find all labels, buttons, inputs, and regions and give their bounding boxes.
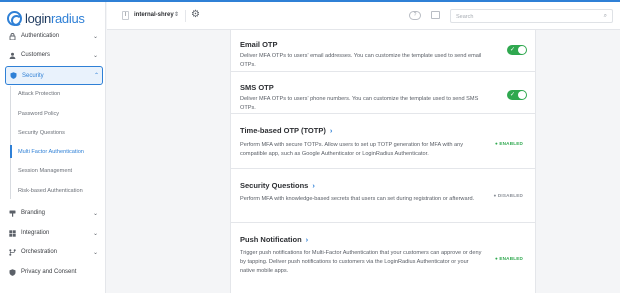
sidebar-subitem-security-questions[interactable]: Security Questions [18,130,65,136]
toggle-knob [518,91,526,99]
search-box[interactable]: ⌕ [450,9,613,23]
site-selector[interactable]: internal-shrey [134,12,174,18]
chevron-updown-icon[interactable]: ⇕ [174,11,179,18]
chevron-right-icon: › [329,126,333,135]
row-description: Perform MFA with secure TOTPs. Allow use… [240,142,464,158]
mfa-row-email-otp: Email OTP Deliver MFA OTPs to users' ema… [231,30,535,72]
sidebar-item-label: Integration [21,230,50,236]
lock-icon [9,32,16,40]
brand-logo[interactable]: loginradius [7,10,85,26]
sidebar-item-label: Security [22,72,44,79]
chevron-down-icon: ⌄ [92,249,98,256]
mfa-methods-panel: Email OTP Deliver MFA OTPs to users' ema… [230,30,536,293]
email-otp-toggle[interactable]: ✓ [507,45,527,55]
row-description: Deliver MFA OTPs to users' email address… [240,53,482,69]
sidebar-item-label: Customers [21,52,51,58]
sidebar-item-label: Orchestration [21,249,58,255]
sidebar-item-privacy-and-consent[interactable]: Privacy and Consent [0,262,105,282]
grid-icon [9,229,16,237]
search-icon[interactable]: ⌕ [604,13,607,20]
flow-icon [9,248,16,256]
site-badge: I [122,11,129,20]
submenu-selection-marker [10,145,12,158]
user-icon [9,52,16,59]
mfa-row-security-questions[interactable]: Security Questions › Perform MFA with kno… [231,169,535,223]
status-badge: ● ENABLED [494,141,523,146]
row-description: Deliver MFA OTPs to users' phone numbers… [240,96,479,112]
row-title: Email OTP [240,40,278,49]
row-title[interactable]: Security Questions › [240,181,315,190]
chevron-down-icon: ⌄ [92,33,98,40]
palette-icon [9,210,16,217]
sidebar-subitem-password-policy[interactable]: Password Policy [18,111,59,117]
sms-otp-toggle[interactable]: ✓ [507,90,527,100]
sidebar-item-label: Privacy and Consent [21,269,77,275]
sidebar-item-authentication[interactable]: Authentication ⌄ [0,26,105,46]
sidebar-item-branding[interactable]: Branding ⌄ [0,203,105,223]
row-description: Trigger push notifications for Multi-Fac… [240,250,482,275]
mfa-row-sms-otp: SMS OTP Deliver MFA OTPs to users' phone… [231,72,535,114]
sidebar-item-orchestration[interactable]: Orchestration ⌄ [0,242,105,262]
chevron-right-icon: › [312,181,315,190]
sidebar-item-customers[interactable]: Customers ⌄ [0,45,105,65]
row-title[interactable]: Time-based OTP (TOTP) › [240,126,332,135]
shield-icon [10,72,17,79]
top-bar: I internal-shrey ⇕ ⚙ ? ⌕ [107,2,620,30]
sidebar-subitem-attack-protection[interactable]: Attack Protection [18,91,60,97]
submenu-rail [10,86,11,199]
mfa-row-push-notification[interactable]: Push Notification › Trigger push notifica… [231,223,535,293]
logo-text: loginradius [25,10,85,26]
status-badge: ● ENABLED [494,256,523,261]
chevron-up-icon: ⌃ [93,73,99,79]
chevron-down-icon: ⌄ [92,210,98,217]
chat-icon[interactable] [431,11,440,19]
chevron-right-icon: › [305,235,309,244]
sidebar-item-label: Authentication [21,33,60,39]
sidebar-subitem-risk-based-authentication[interactable]: Risk-based Authentication [18,188,83,194]
check-icon: ✓ [510,47,516,53]
sidebar-item-security[interactable]: Security ⌃ [5,66,103,85]
topbar-divider [185,10,186,22]
gear-icon[interactable]: ⚙ [191,9,200,21]
mfa-row-totp[interactable]: Time-based OTP (TOTP) › Perform MFA with … [231,114,535,169]
logo-icon [7,10,22,26]
sidebar: loginradius Authentication ⌄ Customers ⌄… [0,2,106,293]
privacy-icon [9,268,16,276]
toggle-knob [518,46,526,54]
sidebar-item-integration[interactable]: Integration ⌄ [0,223,105,243]
row-description: Perform MFA with knowledge-based secrets… [240,196,475,202]
status-badge: ● DISABLED [493,193,523,198]
row-title[interactable]: Push Notification › [240,235,308,244]
check-icon: ✓ [510,92,516,98]
sidebar-subitem-multi-factor-authentication[interactable]: Multi Factor Authentication [18,149,84,155]
sidebar-subitem-session-management[interactable]: Session Management [18,168,72,174]
chevron-down-icon: ⌄ [92,230,98,237]
search-input[interactable] [456,12,596,21]
chevron-down-icon: ⌄ [92,52,98,59]
help-icon[interactable]: ? [409,11,421,20]
sidebar-item-label: Branding [21,210,46,216]
row-title: SMS OTP [240,83,274,92]
